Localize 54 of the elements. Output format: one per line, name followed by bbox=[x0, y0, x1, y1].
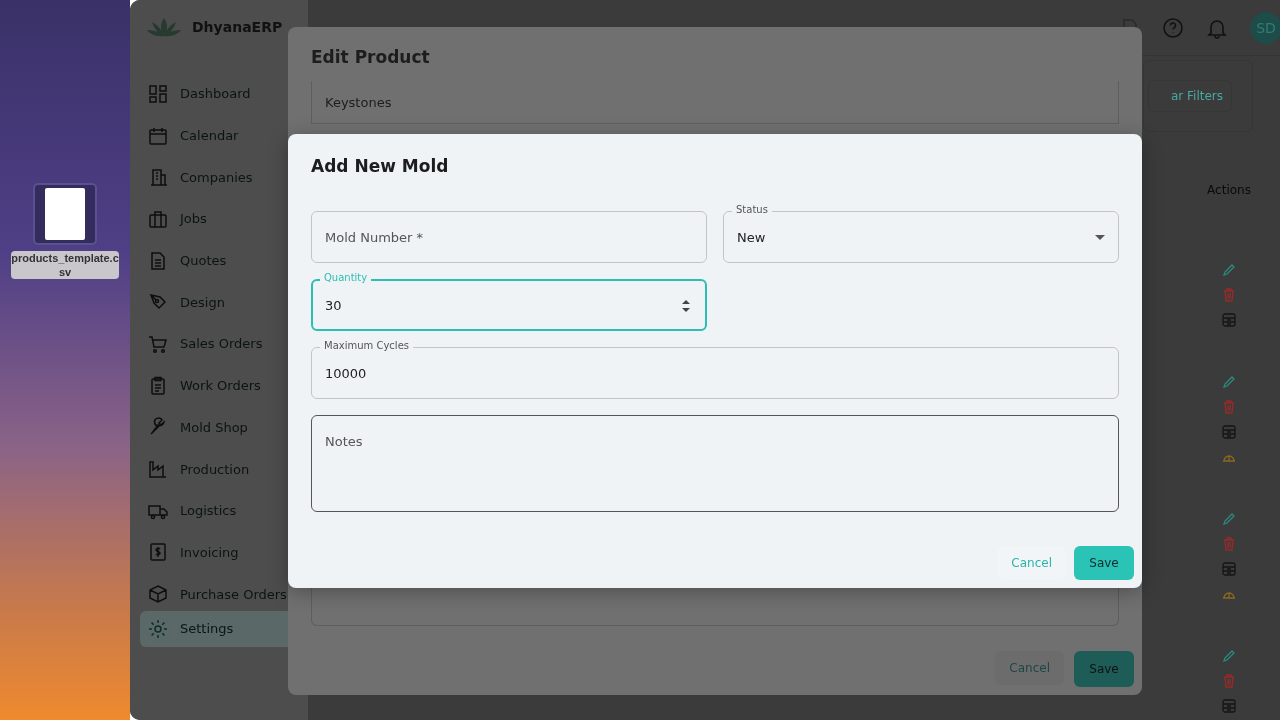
pencil-icon[interactable] bbox=[1221, 262, 1237, 278]
clipboard-icon bbox=[148, 375, 168, 396]
clear-filters-button[interactable]: ar Filters bbox=[1148, 80, 1232, 112]
input-field[interactable]: Mold Number * bbox=[311, 211, 707, 263]
sidebar-item[interactable]: Sales Orders bbox=[140, 323, 300, 365]
sidebar-item[interactable]: Logistics bbox=[140, 489, 300, 532]
dialog-title: Edit Product bbox=[311, 47, 431, 67]
briefcase-icon bbox=[148, 208, 168, 229]
factory-icon bbox=[148, 459, 168, 480]
pencil-icon[interactable] bbox=[1221, 374, 1237, 390]
file-name: products_template.csv bbox=[11, 251, 119, 279]
sidebar-item[interactable]: Work Orders bbox=[140, 364, 300, 407]
pencil-icon[interactable] bbox=[1221, 648, 1237, 664]
document-icon bbox=[148, 250, 168, 271]
box-icon bbox=[148, 584, 168, 605]
dollar-icon bbox=[148, 542, 168, 563]
field-label: Maximum Cycles bbox=[320, 340, 413, 352]
grid-icon bbox=[148, 83, 168, 104]
trash-icon[interactable] bbox=[1221, 399, 1237, 415]
trash-icon[interactable] bbox=[1221, 536, 1237, 552]
sidebar-item[interactable]: Jobs bbox=[140, 198, 300, 240]
field-label: Status bbox=[732, 204, 772, 216]
calendar-icon bbox=[148, 125, 168, 146]
notes-field[interactable]: Notes bbox=[311, 415, 1119, 512]
sidebar-item[interactable]: Design bbox=[140, 281, 300, 324]
sidebar-item[interactable]: Production bbox=[140, 448, 300, 490]
help-icon[interactable] bbox=[1162, 16, 1184, 39]
sidebar-item[interactable]: Companies bbox=[140, 156, 300, 199]
save-button[interactable]: Save bbox=[1074, 651, 1134, 687]
text-field[interactable]: Keystones bbox=[311, 81, 1119, 124]
sidebar-item[interactable]: Mold Shop bbox=[140, 406, 300, 449]
sidebar-item[interactable]: Invoicing bbox=[140, 531, 300, 574]
save-button[interactable]: Save bbox=[1074, 546, 1134, 580]
building-icon bbox=[148, 167, 168, 188]
caret-icon bbox=[1095, 235, 1105, 240]
sidebar-item[interactable]: Dashboard bbox=[140, 73, 300, 115]
file-icon[interactable] bbox=[33, 183, 97, 245]
cart-icon bbox=[148, 333, 168, 354]
archive-icon[interactable] bbox=[1221, 698, 1237, 714]
lotus-logo-icon bbox=[146, 16, 182, 38]
dialog-title: Add New Mold bbox=[311, 156, 450, 176]
sidebar-item[interactable]: Calendar bbox=[140, 114, 300, 157]
app-name: DhyanaERP bbox=[192, 19, 283, 35]
settings-icon bbox=[148, 618, 168, 639]
pencil-icon[interactable] bbox=[1221, 511, 1237, 527]
field-label: Quantity bbox=[320, 272, 372, 284]
archive-icon[interactable] bbox=[1221, 561, 1237, 577]
archive-icon[interactable] bbox=[1221, 424, 1237, 440]
spinner-icon[interactable] bbox=[682, 299, 690, 313]
archive-icon[interactable] bbox=[1221, 312, 1237, 328]
trash-icon[interactable] bbox=[1221, 673, 1237, 689]
trash-icon[interactable] bbox=[1221, 287, 1237, 303]
cancel-button[interactable]: Cancel bbox=[995, 651, 1064, 685]
sidebar-item[interactable]: Quotes bbox=[140, 239, 300, 282]
